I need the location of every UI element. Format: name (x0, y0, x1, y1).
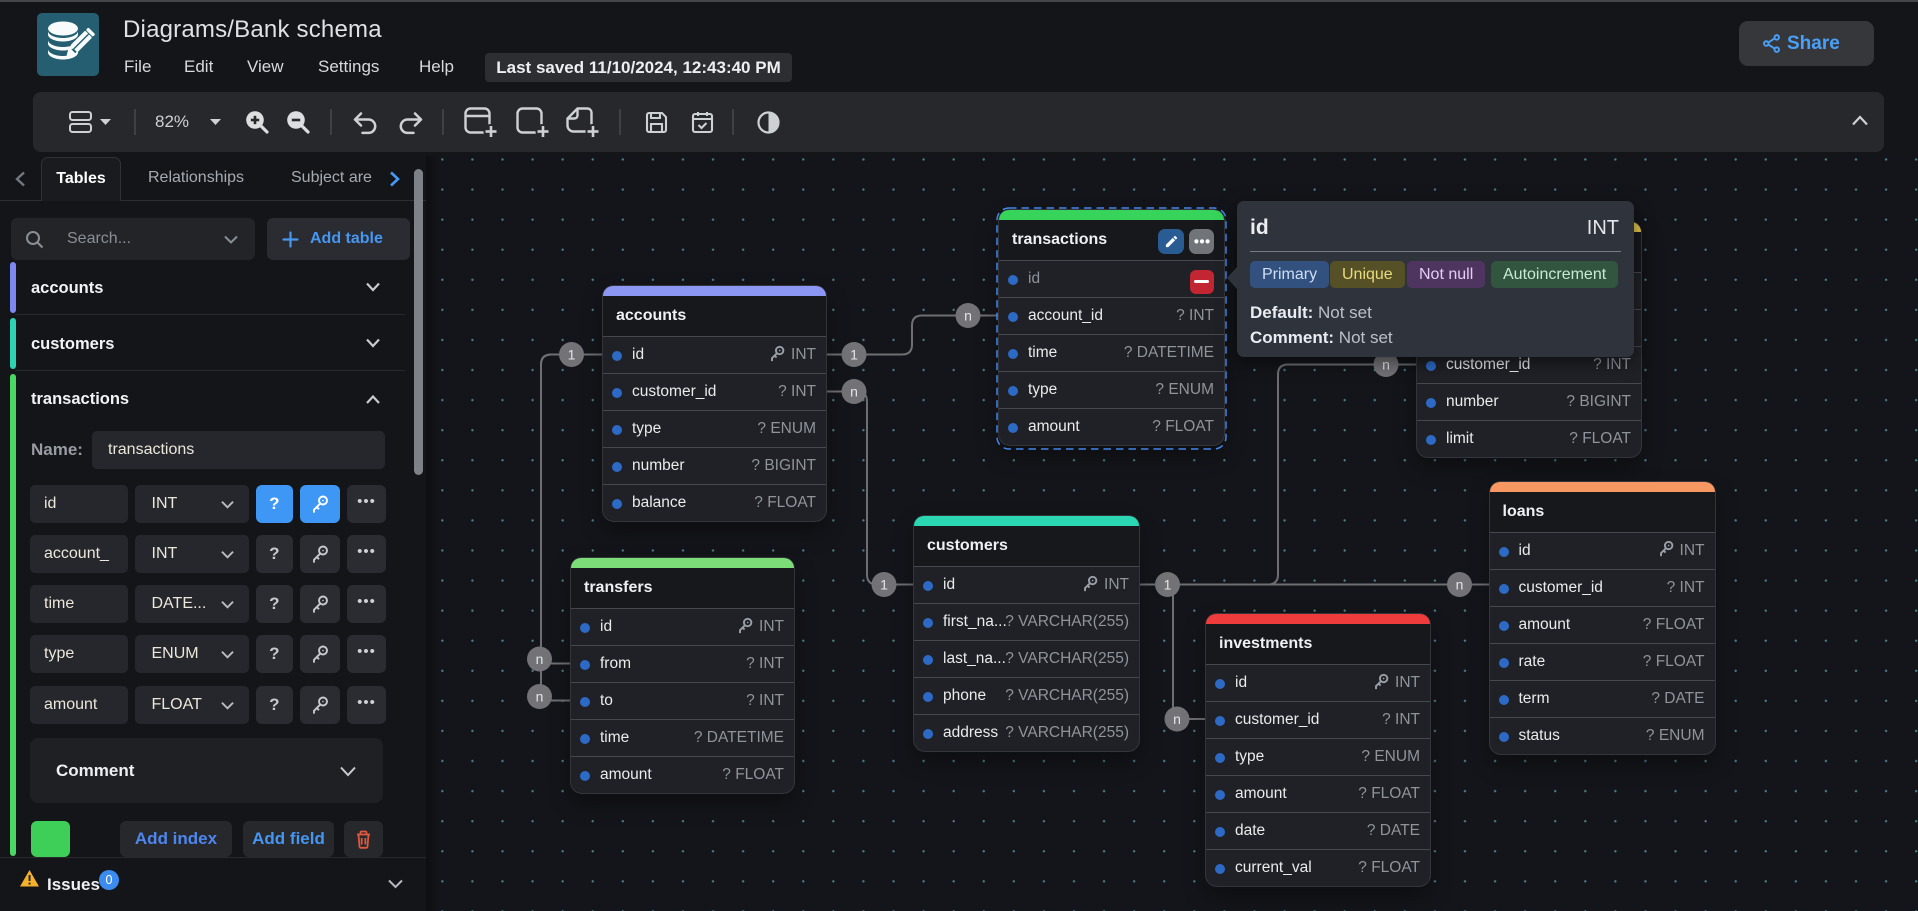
svg-text:1: 1 (850, 347, 858, 363)
svg-text:n: n (1173, 711, 1181, 727)
svg-text:n: n (536, 651, 544, 667)
svg-text:n: n (1382, 357, 1390, 373)
svg-text:n: n (850, 384, 858, 400)
svg-text:1: 1 (568, 347, 576, 363)
svg-text:n: n (964, 308, 972, 324)
svg-text:n: n (1456, 577, 1464, 593)
svg-text:1: 1 (880, 577, 888, 593)
svg-text:1: 1 (1164, 577, 1172, 593)
svg-text:n: n (536, 689, 544, 705)
